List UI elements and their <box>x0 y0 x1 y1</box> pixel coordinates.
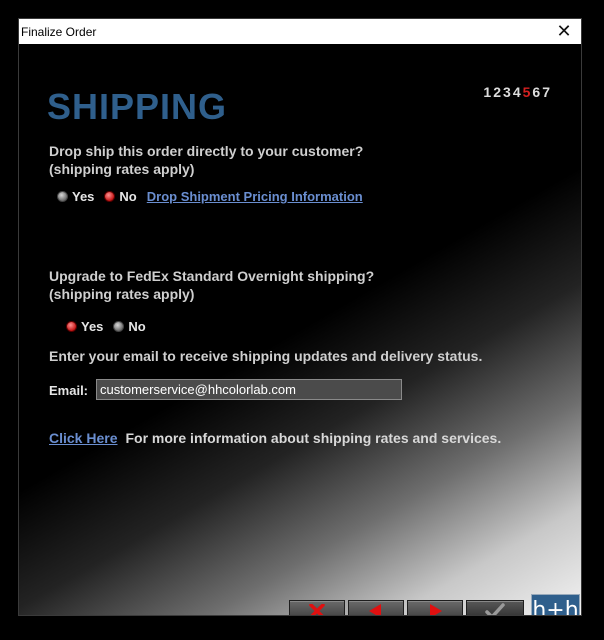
arrow-left-icon <box>369 604 381 615</box>
title-bar: Finalize Order ✕ <box>19 19 581 44</box>
hh-studio-logo: h+h <box>531 594 580 615</box>
overnight-yes-radio[interactable] <box>66 321 77 332</box>
dropship-yes-radio[interactable] <box>57 191 68 202</box>
overnight-yes-option[interactable]: Yes <box>66 319 103 334</box>
dropship-no-label: No <box>119 189 137 204</box>
overnight-note: (shipping rates apply) <box>49 286 195 302</box>
confirm-button[interactable] <box>466 600 524 615</box>
dropship-pricing-link[interactable]: Drop Shipment Pricing Information <box>147 189 363 204</box>
dropship-options: Yes No Drop Shipment Pricing Information <box>57 189 363 204</box>
info-text: For more information about shipping rate… <box>125 430 502 446</box>
info-row: Click Here For more information about sh… <box>49 430 501 446</box>
dropship-note: (shipping rates apply) <box>49 161 195 177</box>
finalize-order-window: Finalize Order ✕ SHIPPING 1234567 Drop s… <box>18 18 582 616</box>
step-5-current: 5 <box>522 84 532 100</box>
step-2: 2 <box>493 84 503 100</box>
arrow-right-icon <box>430 604 442 615</box>
step-indicator: 1234567 <box>482 84 551 100</box>
x-icon <box>309 604 325 615</box>
overnight-no-option[interactable]: No <box>113 319 146 334</box>
checkmark-icon <box>485 603 505 615</box>
step-7: 7 <box>542 84 551 100</box>
dropship-no-option[interactable]: No <box>104 189 137 204</box>
step-1: 1 <box>483 84 493 100</box>
dropship-question: Drop ship this order directly to your cu… <box>49 143 364 159</box>
navigation-bar <box>289 600 532 615</box>
overnight-question: Upgrade to FedEx Standard Overnight ship… <box>49 268 375 284</box>
step-3: 3 <box>503 84 512 100</box>
click-here-link[interactable]: Click Here <box>49 430 117 446</box>
dropship-yes-label: Yes <box>72 189 95 204</box>
email-prompt: Enter your email to receive shipping upd… <box>49 348 483 364</box>
close-button[interactable]: ✕ <box>555 22 573 40</box>
next-button[interactable] <box>407 600 463 615</box>
overnight-no-radio[interactable] <box>113 321 125 332</box>
overnight-no-label: No <box>128 319 146 334</box>
overnight-yes-label: Yes <box>81 319 104 334</box>
window-title: Finalize Order <box>21 24 97 39</box>
email-input[interactable] <box>96 379 402 400</box>
back-button[interactable] <box>348 600 404 615</box>
overnight-options: Yes No <box>66 319 156 334</box>
email-label: Email: <box>49 383 89 398</box>
dropship-yes-option[interactable]: Yes <box>57 189 94 204</box>
dropship-no-radio[interactable] <box>104 191 116 202</box>
shipping-panel: SHIPPING 1234567 Drop ship this order di… <box>19 44 581 615</box>
step-4: 4 <box>512 84 522 100</box>
step-6: 6 <box>532 84 542 100</box>
cancel-button[interactable] <box>289 600 345 615</box>
page-title: SHIPPING <box>47 86 228 127</box>
